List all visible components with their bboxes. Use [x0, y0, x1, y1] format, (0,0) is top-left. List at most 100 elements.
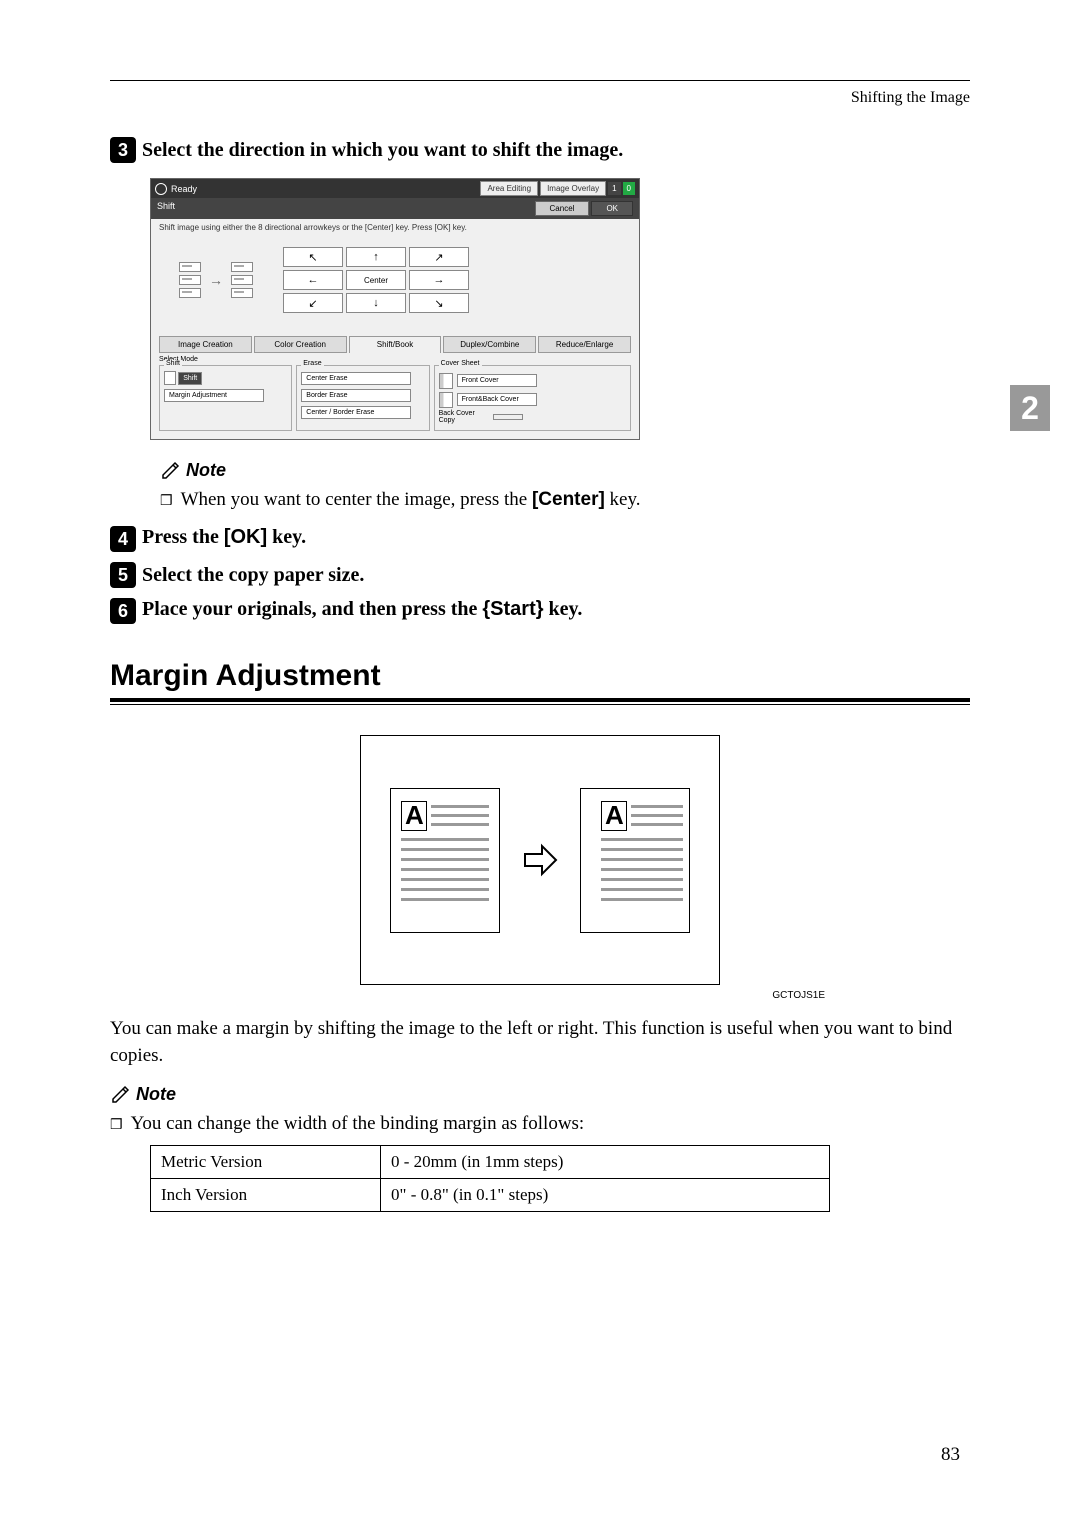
- bullet-icon: ❒: [110, 1113, 123, 1135]
- shift-preview-icon: [164, 371, 176, 385]
- note-heading-2: Note: [110, 1084, 970, 1105]
- dir-w-button[interactable]: ←: [283, 270, 343, 290]
- dir-n-button[interactable]: ↑: [346, 247, 406, 267]
- note-section-1: Note ❒ When you want to center the image…: [160, 460, 970, 511]
- note-text-1-prefix: When you want to center the image, press…: [181, 489, 532, 510]
- step-3-badge: 3: [110, 137, 136, 163]
- tab-reduce-enlarge[interactable]: Reduce/Enlarge: [538, 336, 631, 353]
- step-5-text: Select the copy paper size.: [142, 562, 364, 587]
- direction-area: → ↖ ↑ ↗ ← Center → ↙ ↓ ↘: [159, 242, 631, 328]
- table-row: Inch Version 0" - 0.8" (in 0.1" steps): [151, 1179, 830, 1212]
- dialog-subheader: Shift Cancel OK: [151, 198, 639, 219]
- erase-panel-label: Erase: [301, 360, 323, 367]
- preview-diagram: →: [179, 262, 253, 298]
- page-number: 83: [941, 1444, 960, 1466]
- select-mode-label: Select Mode: [159, 356, 631, 363]
- inch-value: 0" - 0.8" (in 0.1" steps): [381, 1179, 830, 1212]
- dir-se-button[interactable]: ↘: [409, 293, 469, 313]
- margin-diagram: A A: [360, 735, 720, 985]
- section-heading: Margin Adjustment: [110, 659, 970, 693]
- inch-label: Inch Version: [151, 1179, 381, 1212]
- back-cover-button[interactable]: [493, 414, 523, 420]
- tab-row: Image Creation Color Creation Shift/Book…: [159, 336, 631, 353]
- cover-icon: [439, 392, 453, 408]
- doc-preview-icon: [179, 262, 201, 272]
- image-overlay-button[interactable]: Image Overlay: [540, 181, 606, 196]
- erase-panel: Erase Center Erase Border Erase Center /…: [296, 365, 429, 431]
- bullet-icon: ❒: [160, 489, 173, 511]
- tab-color-creation[interactable]: Color Creation: [254, 336, 347, 353]
- doc-letter-a: A: [401, 801, 427, 831]
- cover-panel: Cover Sheet Front Cover Front&Back Cover…: [434, 365, 631, 431]
- note-text-1: ❒ When you want to center the image, pre…: [160, 489, 970, 511]
- diagram-doc-before: A: [390, 788, 500, 933]
- step-6-key: {Start}: [482, 598, 543, 620]
- front-cover-button[interactable]: Front Cover: [457, 374, 537, 387]
- note-label-1: Note: [186, 460, 226, 481]
- tab-shift-book[interactable]: Shift/Book: [349, 336, 442, 353]
- diagram-doc-after: A: [580, 788, 690, 933]
- dir-sw-button[interactable]: ↙: [283, 293, 343, 313]
- ok-button[interactable]: OK: [591, 201, 633, 216]
- step-6-suffix: key.: [544, 598, 583, 620]
- margin-adjustment-button[interactable]: Margin Adjustment: [164, 389, 264, 402]
- note-label-2: Note: [136, 1084, 176, 1105]
- doc-preview-icon: [231, 288, 253, 298]
- step-4: 4 Press the [OK] key.: [110, 526, 970, 552]
- note-heading-1: Note: [160, 460, 970, 481]
- doc-preview-icon: [179, 288, 201, 298]
- thin-rule: [110, 704, 970, 705]
- back-cover-label: Back Cover Copy: [439, 410, 489, 424]
- shift-button[interactable]: Shift: [178, 372, 202, 385]
- direction-keypad: ↖ ↑ ↗ ← Center → ↙ ↓ ↘: [283, 247, 469, 313]
- copy-count-0: 0: [623, 182, 635, 195]
- pencil-icon: [160, 461, 180, 481]
- dialog-titlebar: Ready Area Editing Image Overlay 1 0: [151, 179, 639, 198]
- thick-rule: [110, 698, 970, 702]
- dir-nw-button[interactable]: ↖: [283, 247, 343, 267]
- shift-panel: Shift Shift Margin Adjustment: [159, 365, 292, 431]
- doc-preview-icon: [231, 275, 253, 285]
- version-table: Metric Version 0 - 20mm (in 1mm steps) I…: [150, 1145, 830, 1212]
- ready-icon: [155, 183, 167, 195]
- center-erase-button[interactable]: Center Erase: [301, 372, 411, 385]
- step-6: 6 Place your originals, and then press t…: [110, 598, 970, 624]
- note-text-2-content: You can change the width of the binding …: [131, 1113, 585, 1135]
- header-title: Shifting the Image: [110, 89, 970, 107]
- step-6-prefix: Place your originals, and then press the: [142, 598, 482, 620]
- step-3-text: Select the direction in which you want t…: [142, 137, 623, 162]
- step-3: 3 Select the direction in which you want…: [110, 137, 970, 163]
- hint-text: Shift image using either the 8 direction…: [159, 223, 631, 232]
- copy-count-1: 1: [608, 182, 620, 195]
- step-4-suffix: key.: [267, 526, 306, 548]
- cover-icon: [439, 373, 453, 389]
- doc-letter-a: A: [601, 801, 627, 831]
- step-4-badge: 4: [110, 526, 136, 552]
- dir-e-button[interactable]: →: [409, 270, 469, 290]
- bottom-panel: Shift Shift Margin Adjustment Erase Cent…: [159, 365, 631, 431]
- dir-ne-button[interactable]: ↗: [409, 247, 469, 267]
- tab-duplex-combine[interactable]: Duplex/Combine: [443, 336, 536, 353]
- area-editing-button[interactable]: Area Editing: [480, 181, 538, 196]
- arrow-right-icon: [520, 840, 560, 880]
- doc-preview-icon: [179, 275, 201, 285]
- center-border-erase-button[interactable]: Center / Border Erase: [301, 406, 411, 419]
- cancel-button[interactable]: Cancel: [535, 201, 590, 216]
- cover-panel-label: Cover Sheet: [439, 360, 482, 367]
- step-5-badge: 5: [110, 562, 136, 588]
- diagram-caption: GCTOJS1E: [255, 990, 825, 1001]
- dir-center-button[interactable]: Center: [346, 270, 406, 290]
- chapter-tab: 2: [1010, 385, 1050, 431]
- shift-panel-label: Shift: [164, 360, 182, 367]
- tab-image-creation[interactable]: Image Creation: [159, 336, 252, 353]
- dialog-body: Shift image using either the 8 direction…: [151, 219, 639, 439]
- doc-preview-icon: [231, 262, 253, 272]
- note-section-2: Note ❒ You can change the width of the b…: [110, 1084, 970, 1135]
- ready-label: Ready: [171, 184, 197, 194]
- dir-s-button[interactable]: ↓: [346, 293, 406, 313]
- body-text: You can make a margin by shifting the im…: [110, 1016, 970, 1069]
- border-erase-button[interactable]: Border Erase: [301, 389, 411, 402]
- step-4-key: [OK]: [224, 526, 267, 548]
- front-back-cover-button[interactable]: Front&Back Cover: [457, 393, 537, 406]
- metric-value: 0 - 20mm (in 1mm steps): [381, 1146, 830, 1179]
